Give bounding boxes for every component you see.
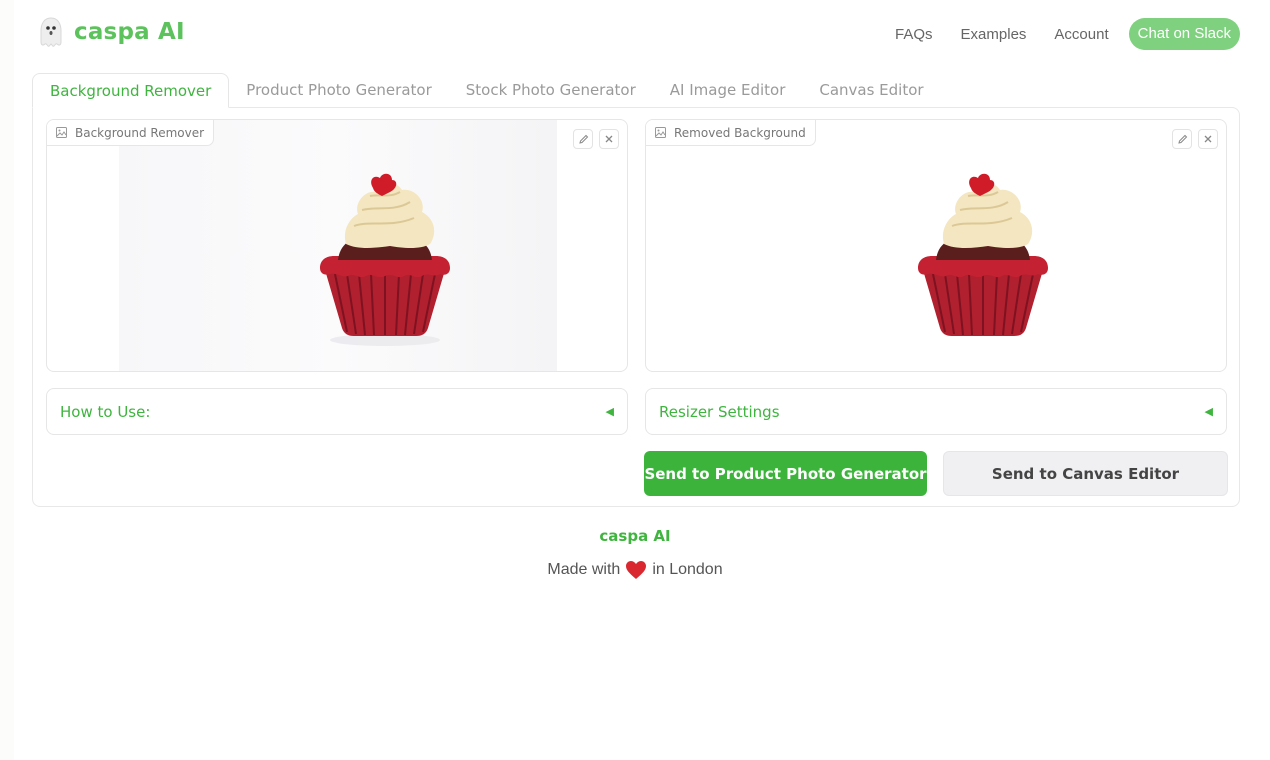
- app-page: caspa AI FAQs Examples Account Chat on S…: [14, 0, 1270, 760]
- tab-background-remover[interactable]: Background Remover: [32, 73, 230, 108]
- edit-input-button[interactable]: [573, 129, 593, 149]
- footer-made-with: Made with in London: [14, 560, 1256, 580]
- top-nav: FAQs Examples Account Chat on Slack: [895, 18, 1240, 50]
- tab-bar: Background Remover Product Photo Generat…: [32, 73, 941, 108]
- tab-canvas-editor[interactable]: Canvas Editor: [802, 73, 940, 108]
- input-image-label: Background Remover: [47, 120, 215, 146]
- input-image-tools: [567, 129, 619, 149]
- cupcake-cutout-image: [918, 173, 1048, 336]
- output-image-label: Removed Background: [646, 120, 816, 146]
- footer-made-prefix: Made with: [547, 561, 621, 578]
- resizer-settings-label: Resizer Settings: [659, 402, 780, 421]
- nav-account[interactable]: Account: [1054, 26, 1108, 43]
- clear-output-button[interactable]: [1198, 129, 1218, 149]
- image-icon: [655, 127, 666, 138]
- tab-panel: Background Remover Removed Background Ho…: [32, 107, 1240, 507]
- output-image-title: Removed Background: [674, 125, 806, 140]
- heart-icon: [626, 561, 647, 579]
- chat-on-slack-button[interactable]: Chat on Slack: [1128, 18, 1240, 50]
- ghost-logo-icon: [40, 17, 62, 47]
- cupcake-image: [320, 173, 450, 346]
- footer-brand: caspa AI: [599, 527, 671, 545]
- tab-stock-photo-generator[interactable]: Stock Photo Generator: [449, 73, 653, 108]
- output-image-box[interactable]: Removed Background: [645, 119, 1227, 372]
- brand-name: caspa AI: [74, 19, 185, 45]
- close-icon: [605, 135, 613, 143]
- clear-input-button[interactable]: [599, 129, 619, 149]
- footer-made-suffix: in London: [652, 561, 723, 578]
- nav-examples[interactable]: Examples: [961, 26, 1027, 43]
- nav-faqs[interactable]: FAQs: [895, 26, 933, 43]
- output-image-tools: [1166, 129, 1218, 149]
- pencil-icon: [1177, 134, 1187, 144]
- pencil-icon: [578, 134, 588, 144]
- brand-logo[interactable]: caspa AI: [38, 16, 185, 48]
- how-to-use-label: How to Use:: [60, 402, 151, 421]
- input-image-box[interactable]: Background Remover: [46, 119, 628, 372]
- triangle-left-icon: ◀: [605, 406, 614, 418]
- close-icon: [1204, 135, 1212, 143]
- send-to-product-photo-generator-button[interactable]: Send to Product Photo Generator: [644, 451, 927, 496]
- edit-output-button[interactable]: [1172, 129, 1192, 149]
- tab-ai-image-editor[interactable]: AI Image Editor: [653, 73, 803, 108]
- how-to-use-accordion[interactable]: How to Use: ◀: [46, 388, 628, 435]
- tab-product-photo-generator[interactable]: Product Photo Generator: [229, 73, 448, 108]
- send-to-canvas-editor-button[interactable]: Send to Canvas Editor: [943, 451, 1228, 496]
- input-image-title: Background Remover: [75, 125, 205, 140]
- resizer-settings-accordion[interactable]: Resizer Settings ◀: [645, 388, 1227, 435]
- triangle-left-icon: ◀: [1204, 406, 1213, 418]
- image-icon: [56, 127, 67, 138]
